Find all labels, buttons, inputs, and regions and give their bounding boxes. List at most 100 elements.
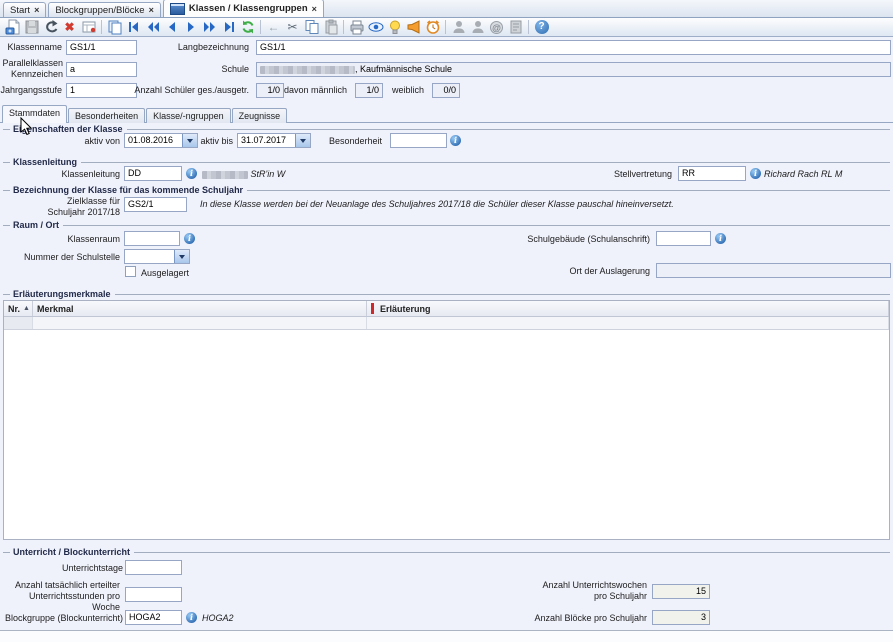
jahrgangsstufe-field[interactable]: 1 <box>66 83 137 98</box>
blockgruppe-hinweis: HOGA2 <box>202 613 234 623</box>
tab-klassen-label: Klassen / Klassengruppen <box>189 3 308 14</box>
aktiv-bis-field[interactable]: 31.07.2017 <box>237 133 311 148</box>
info-icon[interactable]: i <box>450 135 461 146</box>
langbezeichnung-label: Langbezeichnung <box>178 42 249 53</box>
info-icon[interactable]: i <box>184 233 195 244</box>
nav-fast-next-icon[interactable] <box>200 19 219 36</box>
new-record-icon[interactable] <box>3 19 22 36</box>
langbezeichnung-field[interactable]: GS1/1 <box>256 40 891 55</box>
unterrichtswochen-field: 15 <box>652 584 710 599</box>
edit-table-icon[interactable] <box>79 19 98 36</box>
section-zielklasse: Bezeichnung der Klasse für das kommende … <box>3 184 890 196</box>
blockgruppe-field[interactable]: HOGA2 <box>125 610 182 625</box>
jahrgangsstufe-label: Jahrgangsstufe <box>0 85 62 96</box>
schulstelle-field[interactable] <box>124 249 190 264</box>
nav-first-icon[interactable] <box>124 19 143 36</box>
info-icon[interactable]: i <box>186 168 197 179</box>
parallelklassen-field[interactable]: a <box>66 62 137 77</box>
mouse-cursor <box>20 117 33 138</box>
window-tab-bar: Start × Blockgruppen/Blöcke × Klassen / … <box>0 0 893 18</box>
info-icon[interactable]: i <box>715 233 726 244</box>
nav-fast-prev-icon[interactable] <box>143 19 162 36</box>
bloecke-label: Anzahl Blöcke pro Schuljahr <box>534 613 647 624</box>
chevron-down-icon[interactable] <box>182 134 197 147</box>
paste-icon <box>321 19 340 36</box>
tab-start[interactable]: Start × <box>3 2 46 17</box>
schulgebaeude-field[interactable] <box>656 231 711 246</box>
unterrichtsstunden-label: Anzahl tatsächlich erteilter Unterrichts… <box>14 580 120 613</box>
schulgebaeude-label: Schulgebäude (Schulanschrift) <box>527 234 650 245</box>
column-header-merkmal[interactable]: Merkmal <box>33 301 367 316</box>
weiblich-label: weiblich <box>392 85 424 96</box>
toolbar-separator <box>528 20 529 34</box>
toolbar-separator <box>101 20 102 34</box>
alarm-icon[interactable] <box>423 19 442 36</box>
tab-klassengruppen[interactable]: Klasse/-ngruppen <box>146 108 231 123</box>
tab-besonderheiten[interactable]: Besonderheiten <box>68 108 145 123</box>
ausgelagert-label: Ausgelagert <box>141 268 189 279</box>
info-icon[interactable]: i <box>750 168 761 179</box>
stellvertretung-label: Stellvertretung <box>614 169 672 180</box>
redacted-teacher-name <box>202 171 248 179</box>
schule-label: Schule <box>221 64 249 75</box>
column-header-nr[interactable]: Nr.▲ <box>4 301 33 316</box>
klassenraum-field[interactable] <box>124 231 180 246</box>
person-a-icon <box>449 19 468 36</box>
klassenname-field[interactable]: GS1/1 <box>66 40 137 55</box>
ausgelagert-checkbox[interactable] <box>125 266 136 277</box>
tab-stammdaten[interactable]: Stammdaten <box>2 105 67 123</box>
undo-icon[interactable] <box>41 19 60 36</box>
hint-icon[interactable] <box>385 19 404 36</box>
nav-last-icon[interactable] <box>219 19 238 36</box>
copy-icon[interactable] <box>302 19 321 36</box>
unterrichtswochen-label: Anzahl Unterrichtswochen pro Schuljahr <box>537 580 647 602</box>
tab-blockgruppen[interactable]: Blockgruppen/Blöcke × <box>48 2 161 17</box>
refresh-icon[interactable] <box>238 19 257 36</box>
toolbar-separator <box>445 20 446 34</box>
zielklasse-field[interactable]: GS2/1 <box>124 197 187 212</box>
column-header-erlaeuterung[interactable]: Erläuterung <box>367 301 889 316</box>
tab-blockgruppen-label: Blockgruppen/Blöcke <box>55 5 144 16</box>
tab-klassen[interactable]: Klassen / Klassengruppen × <box>163 0 324 17</box>
stellvertretung-field[interactable]: RR <box>678 166 746 181</box>
aktiv-von-field[interactable]: 01.08.2016 <box>124 133 198 148</box>
chevron-down-icon[interactable] <box>174 250 189 263</box>
delete-icon[interactable]: ✖ <box>60 19 79 36</box>
tab-close-icon[interactable]: × <box>34 5 39 15</box>
bloecke-field: 3 <box>652 610 710 625</box>
tab-close-icon[interactable]: × <box>149 5 154 15</box>
klassenleitung-field[interactable]: DD <box>124 166 182 181</box>
klassenleitung-label: Klassenleitung <box>61 169 120 180</box>
save-icon <box>22 19 41 36</box>
table-row[interactable] <box>4 317 889 330</box>
sort-asc-icon[interactable]: ▲ <box>23 305 30 312</box>
stellvertretung-name: Richard Rach RL M <box>764 169 842 179</box>
tab-close-icon[interactable]: × <box>312 4 317 14</box>
table-header-row: Nr.▲ Merkmal Erläuterung <box>4 301 889 317</box>
besonderheit-label: Besonderheit <box>329 136 382 147</box>
back-icon: ← <box>264 19 283 36</box>
application-window: Start × Blockgruppen/Blöcke × Klassen / … <box>0 0 893 642</box>
besonderheit-field[interactable] <box>390 133 447 148</box>
tab-zeugnisse[interactable]: Zeugnisse <box>232 108 288 123</box>
duplicate-icon[interactable] <box>105 19 124 36</box>
nav-prev-icon[interactable] <box>162 19 181 36</box>
notes-icon <box>506 19 525 36</box>
unterrichtstage-field[interactable] <box>125 560 182 575</box>
chevron-down-icon[interactable] <box>295 134 310 147</box>
unterrichtsstunden-field[interactable] <box>125 587 182 602</box>
main-toolbar: ✖ ← ✂ @ ? <box>0 18 893 37</box>
info-icon[interactable]: i <box>186 612 197 623</box>
announce-icon[interactable] <box>404 19 423 36</box>
unterrichtstage-label: Unterrichtstage <box>62 563 123 574</box>
davon-maennlich-field: 1/0 <box>355 83 383 98</box>
klassenleitung-name: StR'in W <box>202 169 285 179</box>
help-icon[interactable]: ? <box>532 19 551 36</box>
cut-icon[interactable]: ✂ <box>283 19 302 36</box>
mentions-icon: @ <box>487 19 506 36</box>
preview-icon[interactable] <box>366 19 385 36</box>
blockgruppe-label: Blockgruppe (Blockunterricht) <box>5 613 123 624</box>
nav-next-icon[interactable] <box>181 19 200 36</box>
schulstelle-label: Nummer der Schulstelle <box>24 252 120 263</box>
print-icon[interactable] <box>347 19 366 36</box>
